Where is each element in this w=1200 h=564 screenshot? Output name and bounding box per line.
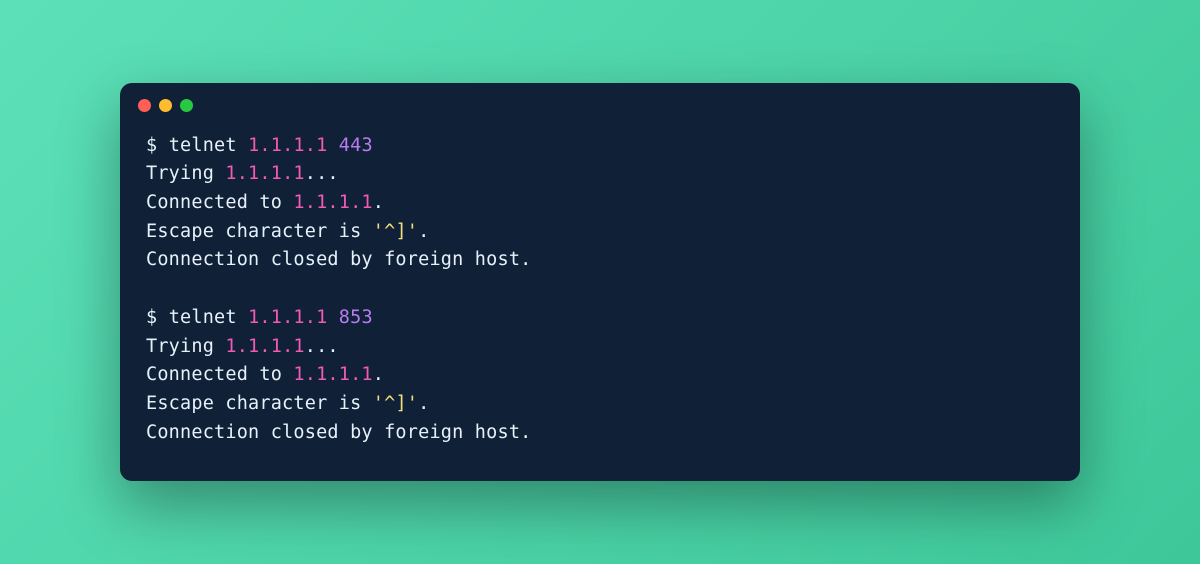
command-line: $ telnet 1.1.1.1 443 [146, 132, 1054, 161]
ip-address: 1.1.1.1 [225, 163, 304, 184]
output-text: Trying [146, 336, 225, 357]
output-text: ... [305, 163, 339, 184]
output-text: . [418, 221, 429, 242]
output-text: Connection closed by foreign host. [146, 249, 532, 270]
output-text: ... [305, 336, 339, 357]
command-line: $ telnet 1.1.1.1 853 [146, 304, 1054, 333]
ip-address: 1.1.1.1 [293, 192, 372, 213]
prompt: $ [146, 135, 169, 156]
output-text: . [418, 393, 429, 414]
blank-line [146, 275, 1054, 304]
output-text: Escape character is [146, 393, 373, 414]
terminal-window: $ telnet 1.1.1.1 443 Trying 1.1.1.1... C… [120, 83, 1080, 481]
command-text: telnet [169, 135, 237, 156]
output-line: Escape character is '^]'. [146, 390, 1054, 419]
output-line: Trying 1.1.1.1... [146, 160, 1054, 189]
command-text: telnet [169, 307, 237, 328]
ip-address: 1.1.1.1 [293, 364, 372, 385]
minimize-icon[interactable] [159, 99, 172, 112]
output-text: Escape character is [146, 221, 373, 242]
port-number: 853 [339, 307, 373, 328]
ip-address: 1.1.1.1 [248, 307, 327, 328]
output-line: Trying 1.1.1.1... [146, 333, 1054, 362]
escape-char: '^]' [373, 221, 418, 242]
escape-char: '^]' [373, 393, 418, 414]
output-text: Trying [146, 163, 225, 184]
port-number: 443 [339, 135, 373, 156]
ip-address: 1.1.1.1 [248, 135, 327, 156]
zoom-icon[interactable] [180, 99, 193, 112]
output-line: Connection closed by foreign host. [146, 246, 1054, 275]
output-line: Connected to 1.1.1.1. [146, 189, 1054, 218]
output-text: Connected to [146, 192, 293, 213]
close-icon[interactable] [138, 99, 151, 112]
output-text: Connected to [146, 364, 293, 385]
ip-address: 1.1.1.1 [225, 336, 304, 357]
output-line: Escape character is '^]'. [146, 218, 1054, 247]
terminal-content[interactable]: $ telnet 1.1.1.1 443 Trying 1.1.1.1... C… [120, 118, 1080, 481]
prompt: $ [146, 307, 169, 328]
output-text: . [373, 192, 384, 213]
output-line: Connected to 1.1.1.1. [146, 361, 1054, 390]
output-text: Connection closed by foreign host. [146, 422, 532, 443]
output-line: Connection closed by foreign host. [146, 419, 1054, 448]
window-titlebar [120, 83, 1080, 118]
output-text: . [373, 364, 384, 385]
